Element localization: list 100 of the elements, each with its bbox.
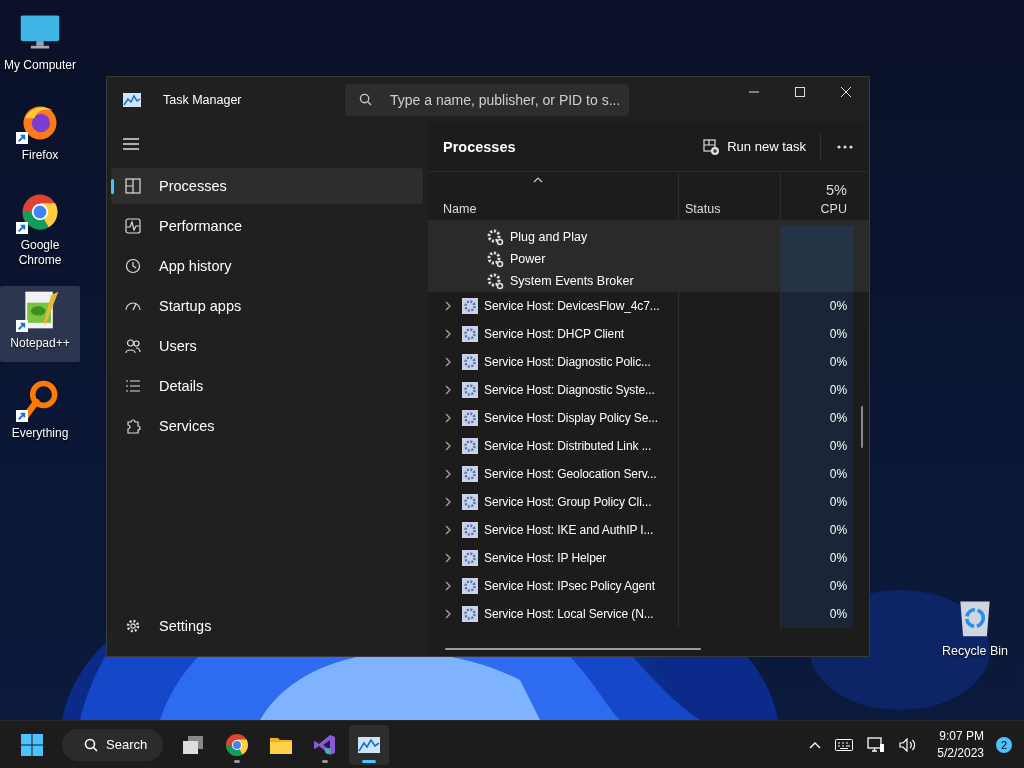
sort-caret-icon xyxy=(533,177,543,183)
gear-icon xyxy=(462,298,478,314)
process-name: Service Host: Distributed Link ... xyxy=(484,439,652,453)
desktop-shortcut[interactable]: Recycle Bin xyxy=(940,596,1010,659)
process-row[interactable]: Service Host: DevicesFlow_4c7... 0% xyxy=(428,292,869,320)
scrollbar-thumb[interactable] xyxy=(445,648,701,650)
more-icon xyxy=(837,144,853,149)
process-name: Service Host: Diagnostic Syste... xyxy=(484,383,655,397)
process-name: Service Host: IPsec Policy Agent xyxy=(484,579,655,593)
process-row[interactable]: Service Host: Local Service (N... 0% xyxy=(428,600,869,628)
expand-chevron-icon[interactable] xyxy=(444,553,452,563)
pulse-icon xyxy=(125,218,141,234)
gears-icon xyxy=(486,250,504,268)
gears-icon xyxy=(486,228,504,246)
expand-chevron-icon[interactable] xyxy=(444,329,452,339)
cpu-cell xyxy=(781,226,853,248)
process-row[interactable]: Service Host: Diagnostic Syste... 0% xyxy=(428,376,869,404)
gear-icon xyxy=(462,550,478,566)
column-header[interactable]: 5% CPU xyxy=(781,172,853,220)
process-row[interactable]: Service Host: Geolocation Serv... 0% xyxy=(428,460,869,488)
process-name: Service Host: Display Policy Se... xyxy=(484,411,658,425)
desktop-shortcut[interactable]: My Computer xyxy=(0,8,80,84)
service-name: Plug and Play xyxy=(510,230,588,244)
expand-chevron-icon[interactable] xyxy=(444,525,452,535)
expand-chevron-icon[interactable] xyxy=(444,441,452,451)
nav-item[interactable]: App history xyxy=(111,248,423,284)
chevron-up-icon xyxy=(809,740,822,749)
process-row[interactable]: Service Host: DHCP Client 0% xyxy=(428,320,869,348)
settings-item[interactable]: Settings xyxy=(111,608,423,644)
nav-item[interactable]: Startup apps xyxy=(111,288,423,324)
expand-chevron-icon[interactable] xyxy=(444,609,452,619)
menu-icon xyxy=(123,138,139,150)
expand-chevron-icon[interactable] xyxy=(444,385,452,395)
process-name: Service Host: IP Helper xyxy=(484,551,607,565)
scrollbar-thumb[interactable] xyxy=(861,406,863,448)
taskbar-search[interactable]: Search xyxy=(62,728,164,761)
process-row[interactable]: Service Host: IP Helper 0% xyxy=(428,544,869,572)
list-icon xyxy=(125,378,141,394)
ide-logo-icon xyxy=(313,732,338,757)
add-window-icon xyxy=(703,138,720,155)
gear-icon xyxy=(462,438,478,454)
nav-item[interactable]: Performance xyxy=(111,208,423,244)
cpu-value: 0% xyxy=(829,327,847,341)
page-title: Processes xyxy=(443,138,516,155)
app-icon xyxy=(123,92,141,107)
column-label: CPU xyxy=(820,202,847,216)
gear-icon xyxy=(462,494,478,510)
cpu-cell xyxy=(781,270,853,292)
puzzle-icon xyxy=(125,418,141,434)
gear-icon xyxy=(462,354,478,370)
cpu-value: 0% xyxy=(829,383,847,397)
desktop-shortcut[interactable]: Firefox xyxy=(0,98,80,174)
process-name: Service Host: Local Service (N... xyxy=(484,607,654,621)
process-name: Service Host: Group Policy Cli... xyxy=(484,495,652,509)
cpu-value: 0% xyxy=(829,523,847,537)
cpu-value: 0% xyxy=(829,299,847,313)
close-icon xyxy=(840,86,852,98)
process-row[interactable]: Service Host: IKE and AuthIP I... 0% xyxy=(428,516,869,544)
expand-chevron-icon[interactable] xyxy=(444,581,452,591)
nav-item[interactable]: Users xyxy=(111,328,423,364)
process-name: Service Host: Geolocation Serv... xyxy=(484,467,657,481)
cpu-total: 5% xyxy=(826,182,847,198)
gear-icon xyxy=(462,326,478,342)
expand-chevron-icon[interactable] xyxy=(444,301,452,311)
search-field[interactable]: Type a name, publisher, or PID to s... xyxy=(345,83,629,116)
gear-icon xyxy=(462,522,478,538)
gear-icon xyxy=(462,578,478,594)
expand-chevron-icon[interactable] xyxy=(444,497,452,507)
nav-item[interactable]: Services xyxy=(111,408,423,444)
desktop-shortcut[interactable]: Google Chrome xyxy=(0,188,80,272)
search-icon xyxy=(359,93,372,106)
run-new-task-button[interactable]: Run new task xyxy=(695,132,821,161)
cpu-value: 0% xyxy=(829,467,847,481)
process-name: Service Host: IKE and AuthIP I... xyxy=(484,523,654,537)
process-row[interactable]: Service Host: IPsec Policy Agent 0% xyxy=(428,572,869,600)
expand-chevron-icon[interactable] xyxy=(444,413,452,423)
desktop-shortcut[interactable]: Everything xyxy=(0,376,80,452)
process-name: Service Host: DevicesFlow_4c7... xyxy=(484,299,660,313)
gear-icon xyxy=(462,606,478,622)
nav-item[interactable]: Details xyxy=(111,368,423,404)
cpu-value: 0% xyxy=(829,439,847,453)
cpu-value: 0% xyxy=(829,495,847,509)
service-name: System Events Broker xyxy=(510,274,634,288)
monitor-app-taskbar-button[interactable] xyxy=(349,724,390,765)
desktop-shortcut[interactable]: Notepad++ xyxy=(0,286,80,362)
process-row[interactable]: Service Host: Distributed Link ... 0% xyxy=(428,432,869,460)
cpu-value: 0% xyxy=(829,607,847,621)
clock-icon xyxy=(125,258,141,274)
process-row[interactable]: Service Host: Diagnostic Polic... 0% xyxy=(428,348,869,376)
gear-icon xyxy=(462,466,478,482)
gears-icon xyxy=(486,272,504,290)
windows-logo-icon xyxy=(20,732,44,757)
clock[interactable]: 9:07 PM 5/2/2023 xyxy=(925,729,994,760)
expand-chevron-icon[interactable] xyxy=(444,469,452,479)
expand-chevron-icon[interactable] xyxy=(444,357,452,367)
process-row[interactable]: Service Host: Group Policy Cli... 0% xyxy=(428,488,869,516)
cpu-value: 0% xyxy=(829,551,847,565)
notification-badge[interactable]: 2 xyxy=(996,736,1012,753)
process-row[interactable]: Service Host: Display Policy Se... 0% xyxy=(428,404,869,432)
nav-item[interactable]: Processes xyxy=(111,168,423,204)
